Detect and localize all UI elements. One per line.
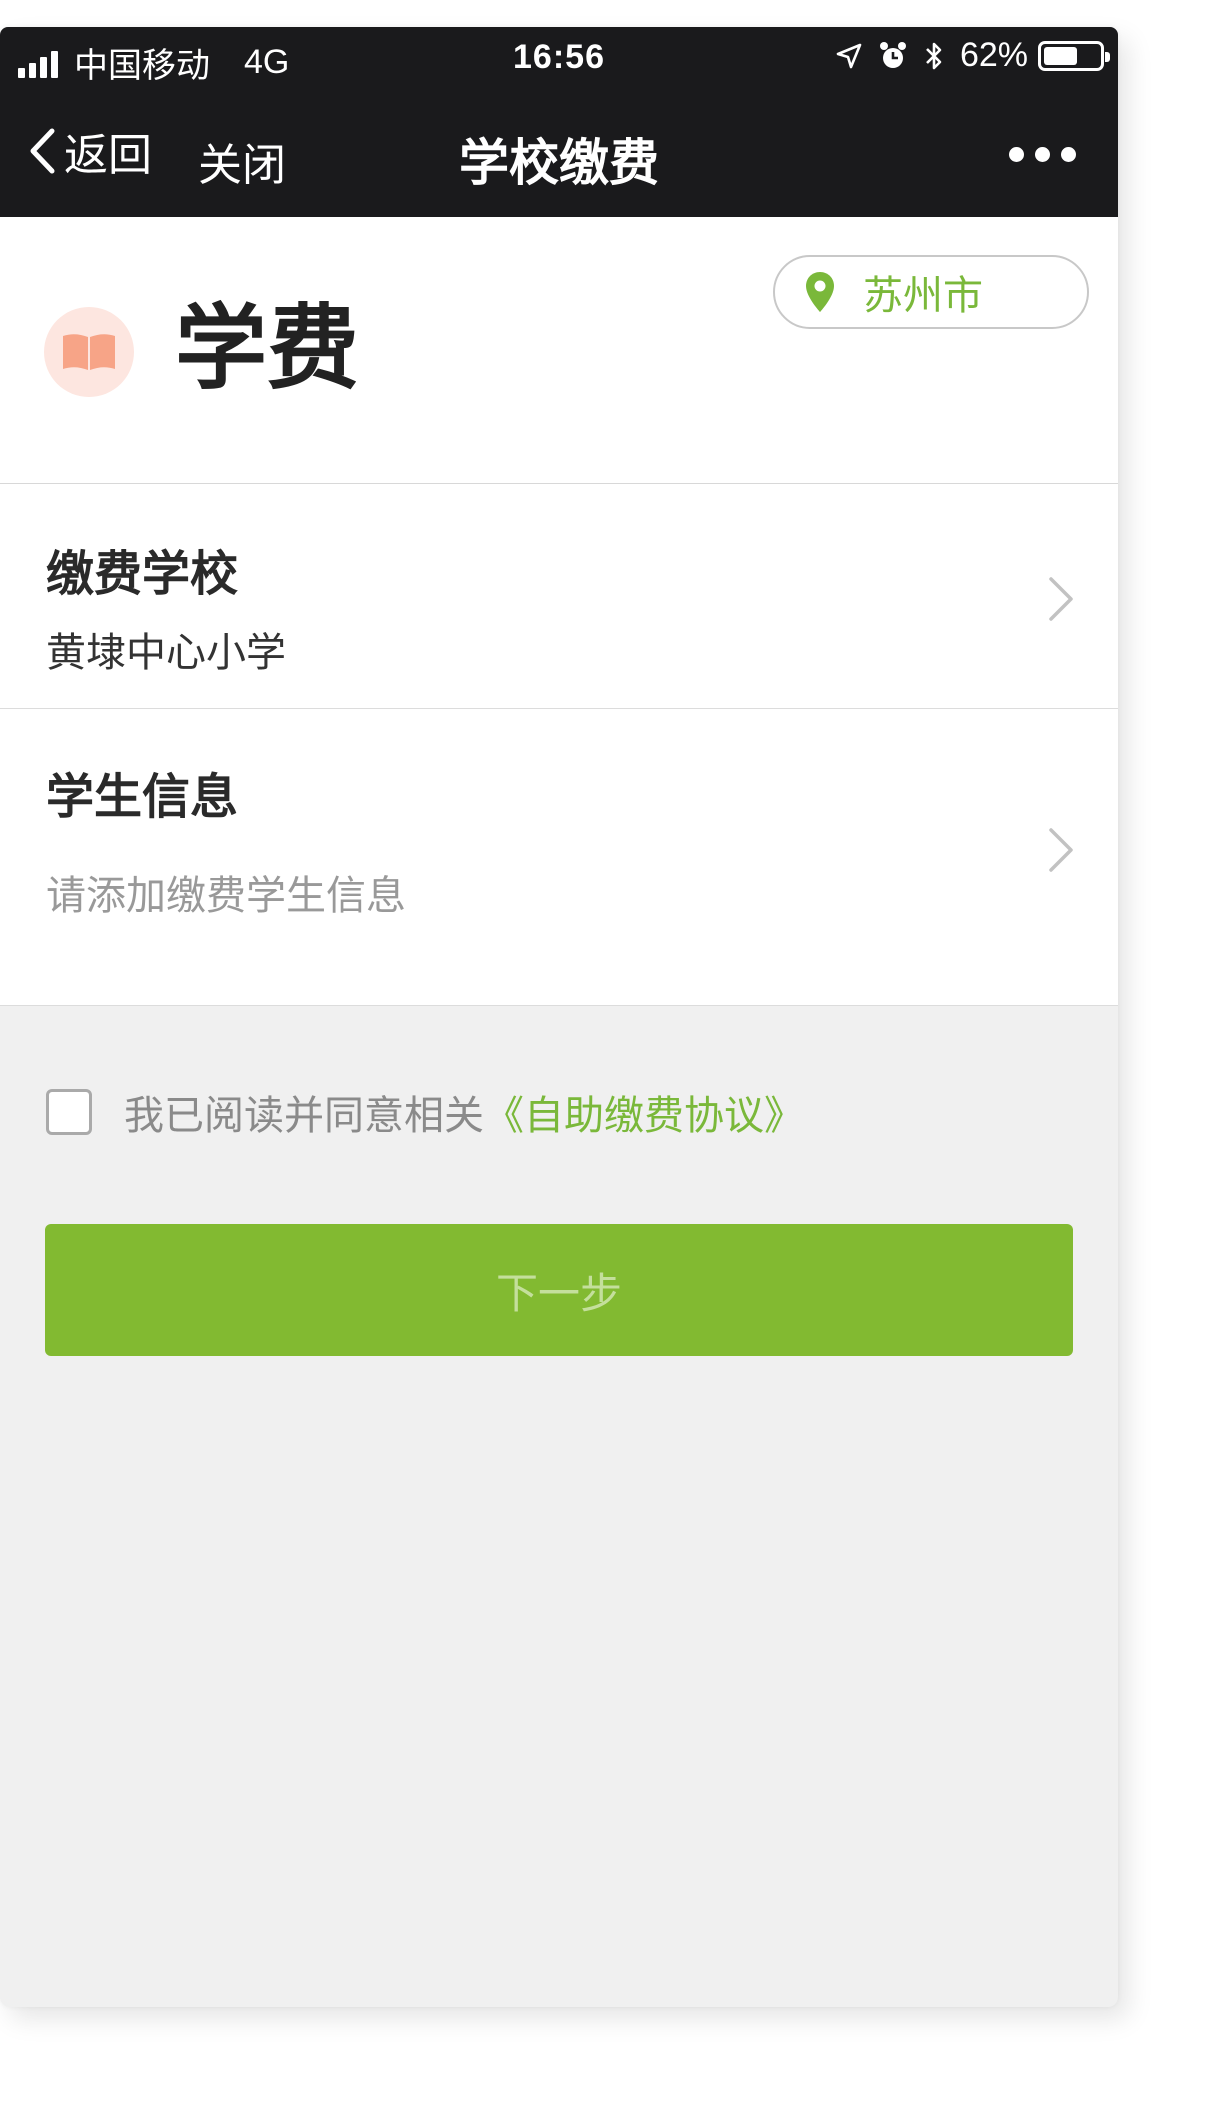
page-title: 学校缴费 bbox=[459, 134, 659, 192]
battery-percent: 62% bbox=[959, 36, 1028, 74]
status-right: 62% bbox=[820, 36, 1110, 75]
bluetooth-icon bbox=[924, 40, 944, 72]
alarm-icon bbox=[878, 41, 908, 71]
status-bar: 中国移动 4G 16:56 62% bbox=[0, 27, 1118, 89]
chevron-right-icon bbox=[1049, 828, 1073, 872]
more-dots-icon[interactable] bbox=[998, 147, 1076, 162]
city-selector[interactable]: 苏州市 bbox=[773, 255, 1089, 329]
student-row[interactable]: 学生信息 请添加缴费学生信息 bbox=[0, 709, 1118, 1006]
agreement-link[interactable]: 《自助缴费协议》 bbox=[484, 1083, 804, 1141]
student-placeholder: 请添加缴费学生信息 bbox=[46, 873, 406, 919]
school-name: 黄埭中心小学 bbox=[46, 630, 286, 676]
school-row[interactable]: 缴费学校 黄埭中心小学 bbox=[0, 484, 1118, 709]
book-icon bbox=[44, 307, 134, 397]
fee-header: 学费 苏州市 bbox=[0, 217, 1118, 484]
location-arrow-icon bbox=[836, 43, 862, 69]
school-row-title: 缴费学校 bbox=[46, 546, 239, 602]
agreement-text: 我已阅读并同意相关 bbox=[124, 1093, 484, 1139]
agreement: 我已阅读并同意相关 《自助缴费协议》 bbox=[46, 1083, 804, 1141]
student-row-title: 学生信息 bbox=[46, 769, 239, 825]
city-name: 苏州市 bbox=[863, 273, 983, 319]
battery-icon bbox=[1038, 40, 1110, 71]
location-pin-icon bbox=[805, 271, 835, 313]
next-button[interactable]: 下一步 bbox=[45, 1224, 1073, 1356]
nav-bar: 返回 关闭 学校缴费 bbox=[0, 89, 1118, 217]
phone-screen: 中国移动 4G 16:56 62% 返回 关闭 学校缴费 学费 苏州市 缴费学校… bbox=[0, 27, 1118, 2007]
battery-cap bbox=[1105, 51, 1110, 62]
agreement-checkbox[interactable] bbox=[46, 1089, 92, 1135]
chevron-right-icon bbox=[1049, 577, 1073, 621]
battery-fill bbox=[1044, 46, 1077, 65]
fee-type-title: 学费 bbox=[175, 295, 360, 402]
